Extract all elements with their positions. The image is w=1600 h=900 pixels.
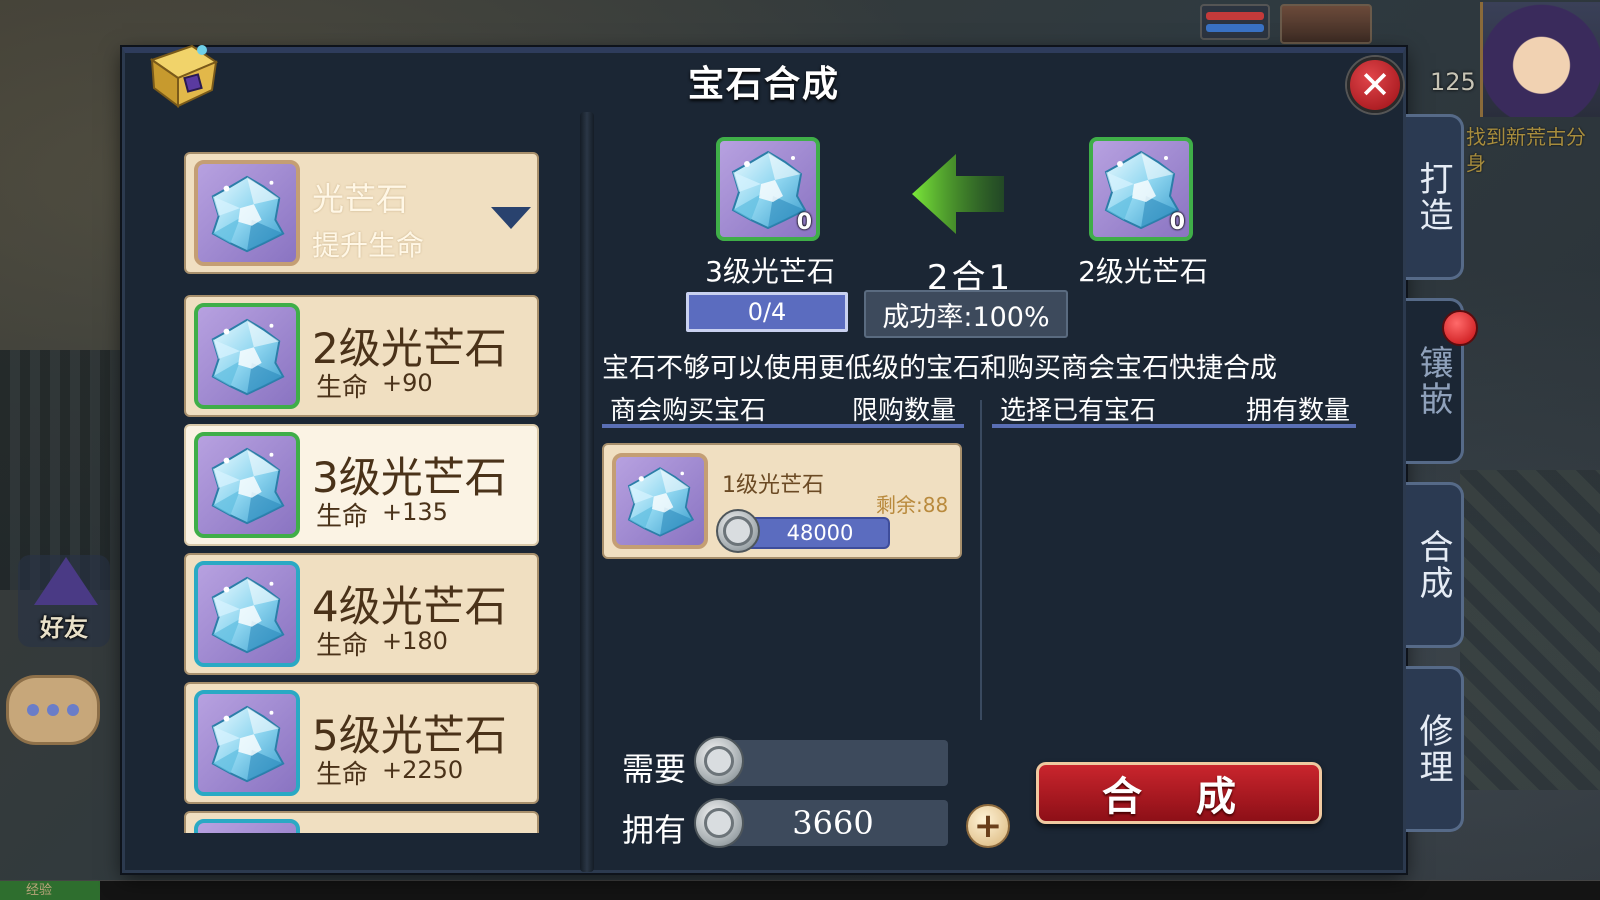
gem-stat-value: +180 [382,627,448,655]
shop-limit-header: 限购数量 [852,396,957,426]
party-member-bar [1200,4,1270,40]
gem-stat-label: 生命 [316,502,369,532]
gem-crystal-icon [194,303,300,409]
success-rate: 成功率:100% [864,290,1068,338]
shop-gem-price-value: 48000 [786,521,854,545]
need-label: 需要 [622,750,687,788]
close-button[interactable]: ✕ [1347,57,1403,113]
gem-list-item[interactable]: 5级光芒石 生命 +2250 [184,682,539,804]
scene-building-right [1460,470,1600,790]
silver-coin-icon [716,509,760,553]
have-amount: 3660 [718,800,948,846]
quest-tracker-text[interactable]: 找到新荒古分身 [1466,124,1600,176]
gem-crystal-icon [612,453,708,549]
treasure-emblem-icon [149,44,219,108]
source-gem-slot[interactable]: 0 [716,137,820,241]
gem-stat-label: 生命 [316,760,369,790]
notification-dot-icon [1442,310,1478,346]
gem-type-dropdown[interactable]: 光芒石 提升生命 [184,152,539,274]
chat-dot-icon [67,704,79,716]
gem-crystal-icon [194,819,300,833]
gem-stat-value: +2250 [382,756,464,784]
tab-synthesis[interactable]: 合成 [1406,482,1464,648]
source-gem-count: 0 [796,210,812,235]
add-currency-button[interactable]: + [966,804,1010,848]
gem-list-item-partial[interactable] [184,811,539,833]
party-status-bars [1200,4,1270,40]
experience-bar [0,880,1600,900]
wizard-hat-icon [34,557,98,605]
chat-button[interactable] [6,675,100,745]
shop-gem-remaining: 剩余:88 [876,493,949,517]
source-gem-label: 3级光芒石 [705,255,835,288]
owned-header-underline [992,424,1356,428]
owned-column-title: 选择已有宝石 [1000,396,1157,426]
gem-crystal-icon [194,160,300,266]
gem-list-item-selected[interactable]: 3级光芒石 生命 +135 [184,424,539,546]
chat-dot-icon [27,704,39,716]
arrow-left-icon [912,154,1004,234]
gem-type-name: 光芒石 [312,180,409,218]
gem-list-item[interactable]: 4级光芒石 生命 +180 [184,553,539,675]
player-level: 125 [1430,68,1476,96]
chat-dot-icon [47,704,59,716]
experience-label: 经验 [26,883,53,898]
gem-list-panel: 光芒石 提升生命 2级光芒石 生命 +90 3级光芒石 生命 +135 4级光芒… [175,150,545,833]
pet-portrait[interactable] [1280,4,1372,44]
gem-list-item[interactable]: 2级光芒石 生命 +90 [184,295,539,417]
target-gem-label: 2级光芒石 [1078,255,1208,288]
synthesis-hint: 宝石不够可以使用更低级的宝石和购买商会宝石快捷合成 [602,353,1277,384]
tab-repair[interactable]: 修理 [1406,666,1464,832]
tab-forge[interactable]: 打造 [1406,114,1464,280]
list-scrollbar[interactable] [580,112,594,872]
player-avatar[interactable] [1480,2,1600,117]
shop-header-underline [602,424,964,428]
owned-count-header: 拥有数量 [1246,396,1351,426]
gem-type-subtitle: 提升生命 [312,229,425,262]
target-gem-slot[interactable]: 0 [1089,137,1193,241]
column-divider [980,400,982,720]
synthesize-button[interactable]: 合 成 [1036,762,1322,824]
have-label: 拥有 [622,811,687,849]
silver-coin-icon [694,798,744,848]
chevron-down-icon [491,207,531,229]
silver-coin-icon [694,736,744,786]
need-amount [718,740,948,786]
material-progress: 0/4 [686,292,848,332]
gem-crystal-icon [194,432,300,538]
shop-gem-name: 1级光芒石 [722,473,824,498]
window-title: 宝石合成 [687,64,840,105]
target-gem-count: 0 [1169,210,1185,235]
gem-crystal-icon [194,690,300,796]
gem-stat-value: +135 [382,498,448,526]
shop-column-title: 商会购买宝石 [610,396,767,426]
scene-building-left [0,350,120,590]
gem-stat-label: 生命 [316,631,369,661]
friends-button[interactable]: 好友 [18,555,110,647]
gem-crystal-icon [194,561,300,667]
gem-stat-value: +90 [382,369,433,397]
gem-stat-label: 生命 [316,373,369,403]
shop-gem-item[interactable]: 1级光芒石 剩余:88 48000 [602,443,962,559]
friends-label: 好友 [40,614,88,642]
